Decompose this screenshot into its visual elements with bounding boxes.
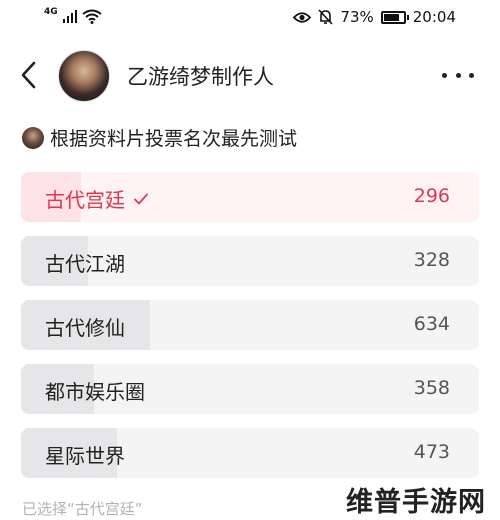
poll-option[interactable]: 古代江湖 328 <box>21 236 479 286</box>
option-label-wrap: 星际世界 <box>45 440 125 469</box>
mute-icon <box>318 9 334 25</box>
watermark-logo: 维普手游网 <box>346 480 486 519</box>
option-label-wrap: 古代宫廷 <box>45 184 149 213</box>
status-right: 73% 20:04 <box>293 8 456 26</box>
poll-title-row: 根据资料片投票名次最先测试 <box>22 124 297 151</box>
option-count: 358 <box>413 377 450 399</box>
network-type: 4G <box>44 6 58 17</box>
selected-note: 已选择“古代宫廷” <box>22 500 143 518</box>
clock: 20:04 <box>412 8 456 26</box>
poll-option[interactable]: 古代宫廷 296 <box>21 172 479 222</box>
option-count: 634 <box>413 313 450 335</box>
poll-option[interactable]: 都市娱乐圈 358 <box>21 364 479 414</box>
signal-icon <box>62 10 77 23</box>
option-count: 296 <box>413 185 450 207</box>
option-label: 古代江湖 <box>45 252 125 276</box>
header: 乙游绮梦制作人 <box>0 44 500 106</box>
option-label: 古代宫廷 <box>45 188 125 212</box>
poll-option[interactable]: 古代修仙 634 <box>21 300 479 350</box>
watermark-text: 维普手游网 <box>346 487 486 518</box>
battery-icon <box>380 10 409 24</box>
option-label: 都市娱乐圈 <box>45 380 145 404</box>
check-icon <box>134 193 148 205</box>
more-dots-icon[interactable] <box>442 64 474 86</box>
status-bar: 4G 73% 20:04 <box>0 0 500 34</box>
poll-avatar-icon <box>22 126 44 149</box>
avatar[interactable] <box>58 50 110 102</box>
battery-percent: 73% <box>340 8 374 26</box>
option-label-wrap: 古代修仙 <box>45 312 125 341</box>
poll-option[interactable]: 星际世界 473 <box>21 428 479 478</box>
poll-options: 古代宫廷 296 古代江湖 328 古代修仙 634 都市娱乐圈 358 星际世… <box>21 172 479 492</box>
option-label: 古代修仙 <box>45 316 125 340</box>
option-label: 星际世界 <box>45 444 125 468</box>
status-left: 4G <box>44 6 102 24</box>
option-count: 473 <box>413 441 450 463</box>
eye-icon <box>293 11 312 23</box>
option-label-wrap: 都市娱乐圈 <box>45 376 145 405</box>
back-chevron-icon[interactable] <box>16 58 42 92</box>
wifi-icon <box>82 9 102 24</box>
option-count: 328 <box>413 249 450 271</box>
author-name[interactable]: 乙游绮梦制作人 <box>127 61 274 91</box>
poll-title: 根据资料片投票名次最先测试 <box>50 128 298 150</box>
option-label-wrap: 古代江湖 <box>45 248 125 277</box>
